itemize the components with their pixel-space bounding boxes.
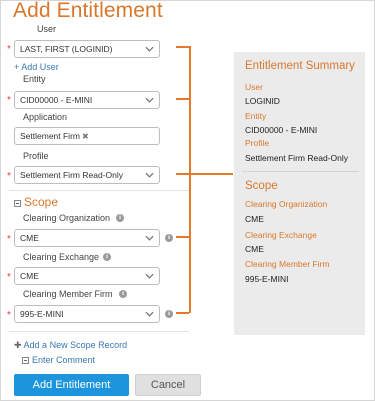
summary-clearing-member-value: 995-E-MINI	[245, 274, 289, 284]
connector-spine	[189, 46, 191, 313]
info-icon[interactable]: i	[165, 310, 173, 318]
user-required-marker: *	[7, 44, 11, 55]
summary-user-label: User	[245, 82, 263, 92]
user-label: User	[37, 24, 57, 34]
enter-comment-link[interactable]: Enter Comment	[32, 355, 95, 365]
summary-clearing-exchange-value: CME	[245, 244, 264, 254]
chevron-down-icon	[145, 97, 154, 103]
application-chip: Settlement Firm ✖	[20, 131, 89, 141]
add-entitlement-button[interactable]: Add Entitlement	[14, 374, 129, 396]
summary-profile-label: Profile	[245, 138, 270, 148]
summary-clearing-exchange-label: Clearing Exchange	[245, 230, 317, 240]
clearing-member-firm-label-text: Clearing Member Firm	[23, 289, 113, 299]
clearing-organization-label-text: Clearing Organization	[23, 213, 111, 223]
profile-select[interactable]: Settlement Firm Read-Only	[14, 166, 160, 184]
application-label: Application	[23, 112, 68, 122]
summary-clearing-org-value: CME	[245, 214, 264, 224]
scope-section-title: Scope	[24, 195, 59, 209]
chevron-down-icon	[145, 172, 154, 178]
summary-profile-value: Settlement Firm Read-Only	[245, 153, 348, 163]
entity-select-value: CID00000 - E-MINI	[20, 95, 93, 105]
info-icon[interactable]: i	[116, 214, 124, 222]
add-scope-record-link[interactable]: ✚ Add a New Scope Record	[14, 340, 127, 351]
clearing-member-firm-required-marker: *	[7, 310, 11, 321]
clearing-exchange-label-text: Clearing Exchange	[23, 252, 100, 262]
profile-required-marker: *	[7, 171, 11, 182]
connector-tick	[176, 236, 189, 238]
clearing-organization-value: CME	[20, 233, 39, 243]
divider	[9, 331, 189, 332]
minus-square-icon[interactable]	[14, 200, 21, 207]
entity-required-marker: *	[7, 95, 11, 106]
plus-icon: ✚	[14, 340, 24, 350]
clearing-exchange-select[interactable]: CME	[14, 267, 160, 285]
divider	[9, 190, 189, 191]
application-chip-label: Settlement Firm	[20, 131, 80, 141]
clearing-organization-required-marker: *	[7, 234, 11, 245]
application-select[interactable]: Settlement Firm ✖	[14, 127, 160, 145]
chevron-down-icon	[145, 311, 154, 317]
connector-tick	[176, 173, 233, 175]
connector-tick	[176, 98, 189, 100]
summary-clearing-org-label: Clearing Organization	[245, 199, 328, 209]
page-title: Add Entitlement	[13, 0, 163, 22]
clearing-organization-label: Clearing Organization	[23, 213, 110, 223]
info-icon[interactable]: i	[103, 253, 111, 261]
clearing-member-firm-label: Clearing Member Firm	[23, 289, 113, 299]
clearing-exchange-required-marker: *	[7, 272, 11, 283]
info-icon[interactable]: i	[165, 234, 173, 242]
cancel-button[interactable]: Cancel	[135, 374, 201, 396]
profile-select-value: Settlement Firm Read-Only	[20, 170, 123, 180]
entitlement-summary-panel: Entitlement Summary User LOGINID Entity …	[234, 52, 365, 335]
chevron-down-icon	[145, 46, 154, 52]
connector-tick	[176, 46, 189, 48]
summary-user-value: LOGINID	[245, 96, 280, 106]
clearing-exchange-value: CME	[20, 271, 39, 281]
add-user-link-label: Add User	[21, 62, 59, 72]
chevron-down-icon	[145, 273, 154, 279]
connector-tick	[176, 312, 189, 314]
summary-divider	[242, 171, 359, 172]
info-icon[interactable]: i	[119, 290, 127, 298]
summary-scope-title: Scope	[245, 180, 278, 192]
clearing-exchange-label: Clearing Exchange	[23, 252, 99, 262]
entity-label: Entity	[23, 74, 46, 84]
add-scope-record-link-label: Add a New Scope Record	[23, 340, 128, 350]
user-select[interactable]: LAST, FIRST (LOGINID)	[14, 40, 160, 58]
summary-clearing-member-label: Clearing Member Firm	[245, 259, 330, 269]
profile-label: Profile	[23, 151, 49, 161]
clearing-member-firm-value: 995-E-MINI	[20, 309, 64, 319]
summary-entity-label: Entity	[245, 111, 267, 121]
chevron-down-icon	[145, 235, 154, 241]
summary-title: Entitlement Summary	[245, 60, 355, 72]
add-user-link[interactable]: + Add User	[14, 62, 59, 72]
user-select-value: LAST, FIRST (LOGINID)	[20, 44, 113, 54]
clearing-organization-select[interactable]: CME	[14, 229, 160, 247]
close-icon[interactable]: ✖	[82, 132, 89, 141]
summary-entity-value: CID00000 - E-MINI	[245, 125, 318, 135]
entity-select[interactable]: CID00000 - E-MINI	[14, 91, 160, 109]
plus-square-icon[interactable]	[22, 357, 29, 364]
clearing-member-firm-select[interactable]: 995-E-MINI	[14, 305, 160, 323]
